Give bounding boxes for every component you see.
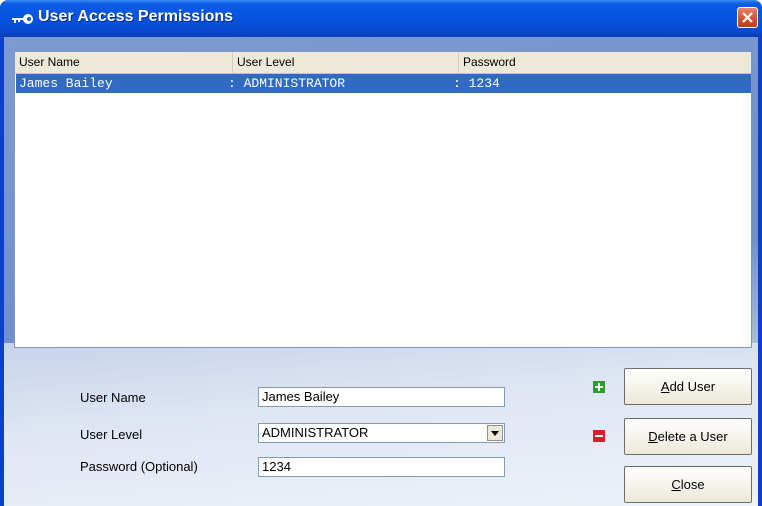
list-header: User Name User Level Password (15, 52, 751, 74)
close-window-button[interactable] (737, 7, 758, 28)
close-mnemonic: C (671, 477, 681, 492)
user-level-value: ADMINISTRATOR (262, 425, 369, 440)
row-user-name: James Bailey (19, 76, 113, 91)
chevron-down-icon (491, 431, 499, 436)
table-row[interactable]: James Bailey : ADMINISTRATOR : 1234 (16, 74, 751, 93)
row-user-level: : ADMINISTRATOR (228, 76, 346, 91)
minus-icon (593, 430, 605, 442)
user-name-label: User Name (80, 390, 146, 405)
users-list[interactable]: User Name User Level Password James Bail… (14, 51, 752, 348)
password-label: Password (Optional) (80, 459, 198, 474)
plus-icon (593, 381, 605, 393)
column-user-name[interactable]: User Name (15, 52, 233, 73)
row-password: : 1234 (453, 76, 500, 91)
column-user-level[interactable]: User Level (233, 52, 459, 73)
dropdown-button[interactable] (487, 425, 503, 441)
close-button[interactable]: Close (624, 466, 752, 503)
user-access-window: User Access Permissions User Name User L… (0, 0, 762, 506)
password-field[interactable]: 1234 (258, 457, 505, 477)
client-area: User Name User Level Password James Bail… (4, 37, 758, 506)
user-level-label: User Level (80, 427, 143, 442)
add-user-mnemonic: A (660, 379, 670, 394)
title-bar[interactable]: User Access Permissions (0, 0, 762, 37)
add-user-button[interactable]: Add User (624, 368, 752, 405)
add-user-label: dd User (669, 379, 716, 394)
delete-user-label: elete a User (657, 429, 728, 444)
delete-user-button[interactable]: Delete a User (624, 418, 752, 455)
close-label: lose (680, 477, 705, 492)
user-name-field[interactable]: James Bailey (258, 387, 505, 407)
delete-user-mnemonic: D (648, 429, 658, 444)
user-level-select[interactable]: ADMINISTRATOR (258, 423, 505, 443)
column-password[interactable]: Password (459, 52, 751, 73)
key-icon (12, 14, 33, 24)
window-title: User Access Permissions (38, 8, 234, 25)
close-icon (742, 12, 753, 23)
